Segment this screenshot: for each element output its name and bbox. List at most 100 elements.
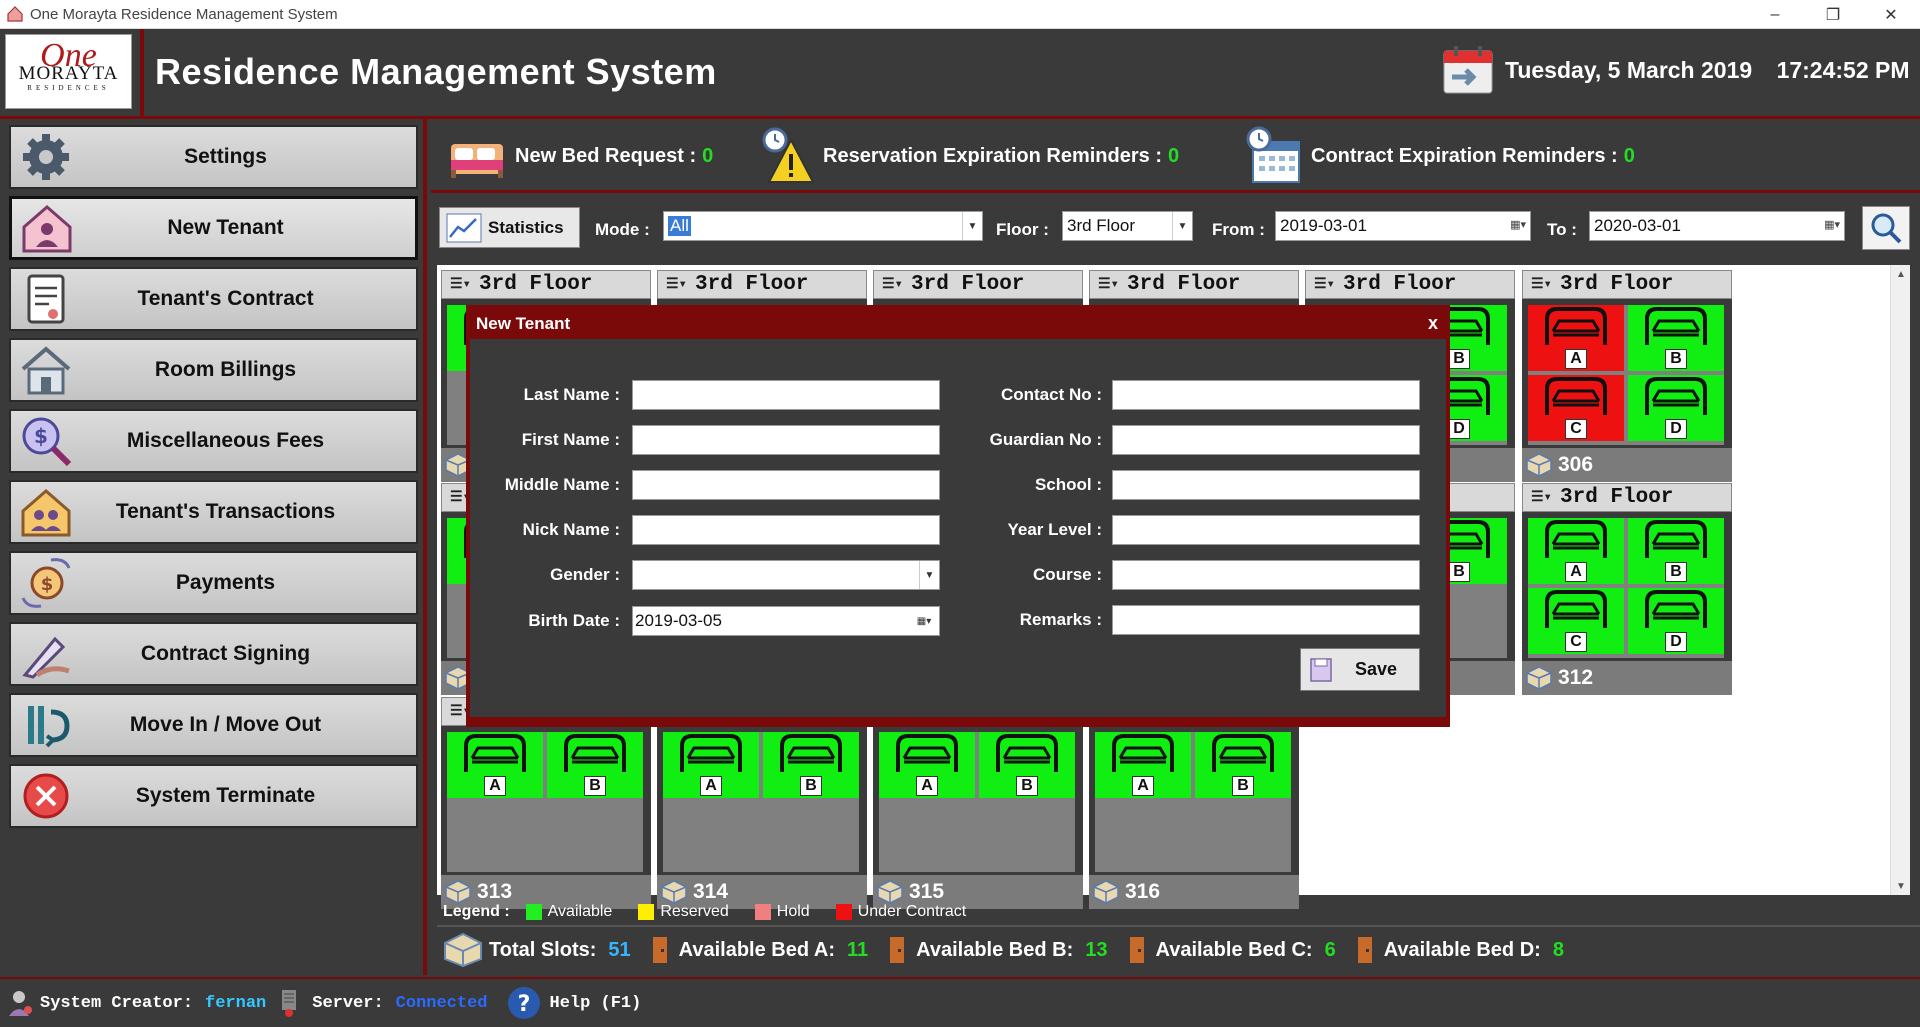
bed-slot-b[interactable]: B [547, 732, 643, 798]
restore-button[interactable]: ❐ [1804, 0, 1862, 29]
guardian-no-field[interactable] [1112, 425, 1420, 455]
sidebar-item-settings[interactable]: Settings [9, 125, 418, 189]
save-button[interactable]: Save [1300, 648, 1420, 691]
list-menu-icon[interactable]: ☰▾ [1531, 276, 1552, 293]
reservation-expiration-reminders[interactable]: Reservation Expiration Reminders : 0 [761, 119, 1179, 193]
statistics-button[interactable]: Statistics [439, 207, 580, 248]
bed-letter: B [584, 776, 606, 796]
course-field[interactable] [1112, 560, 1420, 590]
minimize-button[interactable]: – [1746, 0, 1804, 29]
room-floor-header[interactable]: ☰▾ 3rd Floor [1522, 483, 1732, 512]
contract-expiration-reminders[interactable]: Contract Expiration Reminders : 0 [1245, 119, 1635, 193]
dialog-close-button[interactable]: x [1428, 313, 1438, 334]
user-icon [9, 991, 32, 1016]
bed-slot-b[interactable]: B [1628, 518, 1724, 584]
nick-name-field[interactable] [632, 515, 940, 545]
contact-no-field[interactable] [1112, 380, 1420, 410]
bed-d-label: Available Bed D: [1383, 938, 1541, 961]
bed-slot-a[interactable]: A [447, 732, 543, 798]
middle-name-field[interactable] [632, 470, 940, 500]
sidebar-item-move-in-move-out[interactable]: Move In / Move Out [9, 693, 418, 757]
remarks-field[interactable] [1112, 605, 1420, 635]
bed-slot-b[interactable]: B [979, 732, 1075, 798]
school-field[interactable] [1112, 470, 1420, 500]
birth-date-picker[interactable]: 2019-03-05 ▦▾ [632, 606, 940, 636]
mode-select[interactable]: All ▼ [663, 211, 983, 241]
room-number: 312 [1558, 666, 1594, 689]
bed-slot-b[interactable]: B [763, 732, 859, 798]
gender-label: Gender : [550, 565, 620, 584]
list-menu-icon[interactable]: ☰▾ [882, 276, 903, 293]
bed-slot-a[interactable]: A [663, 732, 759, 798]
bed-slot-a[interactable]: A [1528, 305, 1624, 371]
bed-letter: B [800, 776, 822, 796]
gender-select[interactable]: ▼ [632, 560, 940, 590]
contract-expiration-count: 0 [1623, 144, 1635, 167]
legend-under-contract: Under Contract [857, 903, 967, 920]
sidebar-item-tenants-transactions[interactable]: Tenant's Transactions [9, 480, 418, 544]
room-card[interactable]: ☰▾AB314 [657, 697, 867, 909]
year-level-field[interactable] [1112, 515, 1420, 545]
list-menu-icon[interactable]: ☰▾ [666, 276, 687, 293]
house-person-icon [22, 205, 72, 253]
reservation-expiration-label: Reservation Expiration Reminders : [823, 144, 1162, 167]
room-floor-header[interactable]: ☰▾ 3rd Floor [441, 270, 651, 299]
bed-letter: D [1665, 419, 1687, 439]
legend: Legend : Available Reserved Hold Under C… [443, 900, 966, 924]
bed-slot-c[interactable]: C [1528, 588, 1624, 654]
help-icon[interactable]: ? [506, 985, 542, 1021]
sidebar-item-system-terminate[interactable]: System Terminate [9, 764, 418, 828]
sidebar-item-contract-signing[interactable]: Contract Signing [9, 622, 418, 686]
room-floor-header[interactable]: ☰▾ 3rd Floor [1522, 270, 1732, 299]
room-card[interactable]: ☰▾AB315 [873, 697, 1083, 909]
bed-slot-d[interactable]: D [1628, 588, 1724, 654]
header-divider [140, 29, 144, 119]
calendar-dropdown-icon: ▦▾ [1510, 219, 1526, 231]
sidebar-item-miscellaneous-fees[interactable]: $ Miscellaneous Fees [9, 409, 418, 473]
list-menu-icon[interactable]: ☰▾ [1531, 489, 1552, 506]
room-floor-header[interactable]: ☰▾ 3rd Floor [657, 270, 867, 299]
window-titlebar: One Morayta Residence Management System … [0, 0, 1920, 29]
scroll-up-icon[interactable]: ▲ [1891, 265, 1911, 283]
last-name-field[interactable] [632, 380, 940, 410]
bed-slot-a[interactable]: A [1095, 732, 1191, 798]
room-card[interactable]: ☰▾ 3rd Floor A B C D 306 [1522, 270, 1732, 482]
room-card[interactable]: ☰▾ 3rd Floor A B C D 312 [1522, 483, 1732, 695]
help-label[interactable]: Help (F1) [550, 994, 642, 1013]
list-menu-icon[interactable]: ☰▾ [1098, 276, 1119, 293]
legend-swatch-reserved [638, 904, 655, 920]
room-floor-header[interactable]: ☰▾ 3rd Floor [873, 270, 1083, 299]
sidebar-item-tenants-contract[interactable]: Tenant's Contract [9, 267, 418, 331]
bed-slot-b[interactable]: B [1195, 732, 1291, 798]
pen-hand-icon [22, 636, 70, 679]
move-icon [28, 706, 70, 748]
room-floor-header[interactable]: ☰▾ 3rd Floor [1089, 270, 1299, 299]
first-name-field[interactable] [632, 425, 940, 455]
bed-slot-a[interactable]: A [1528, 518, 1624, 584]
sidebar-item-room-billings[interactable]: Room Billings [9, 338, 418, 402]
from-date-picker[interactable]: 2019-03-01 ▦▾ [1275, 211, 1531, 241]
bed-slot-a[interactable]: A [879, 732, 975, 798]
grid-scrollbar[interactable]: ▲ ▼ [1890, 265, 1910, 895]
room-card[interactable]: ☰▾ A B 313 [441, 697, 651, 909]
list-menu-icon[interactable]: ☰▾ [1314, 276, 1335, 293]
sidebar-item-payments[interactable]: $ Payments [9, 551, 418, 615]
sidebar-label: Miscellaneous Fees [126, 429, 325, 452]
new-bed-request[interactable]: New Bed Request : 0 [447, 119, 713, 193]
bed-letter: D [1665, 632, 1687, 652]
room-number: 306 [1558, 453, 1594, 476]
floor-select[interactable]: 3rd Floor ▼ [1062, 211, 1193, 241]
bed-letter: A [1565, 562, 1587, 582]
scroll-down-icon[interactable]: ▼ [1891, 877, 1911, 895]
bed-slot-d[interactable]: D [1628, 375, 1724, 441]
to-date-picker[interactable]: 2020-03-01 ▦▾ [1589, 211, 1845, 241]
bed-letter: B [1448, 349, 1470, 369]
close-window-button[interactable]: ✕ [1862, 0, 1920, 29]
room-floor-header[interactable]: ☰▾ 3rd Floor [1305, 270, 1515, 299]
list-menu-icon[interactable]: ☰▾ [450, 276, 471, 293]
bed-slot-b[interactable]: B [1628, 305, 1724, 371]
sidebar-item-new-tenant[interactable]: New Tenant [9, 196, 418, 260]
room-card[interactable]: ☰▾AB316 [1089, 697, 1299, 909]
bed-slot-c[interactable]: C [1528, 375, 1624, 441]
search-button[interactable] [1862, 206, 1910, 250]
